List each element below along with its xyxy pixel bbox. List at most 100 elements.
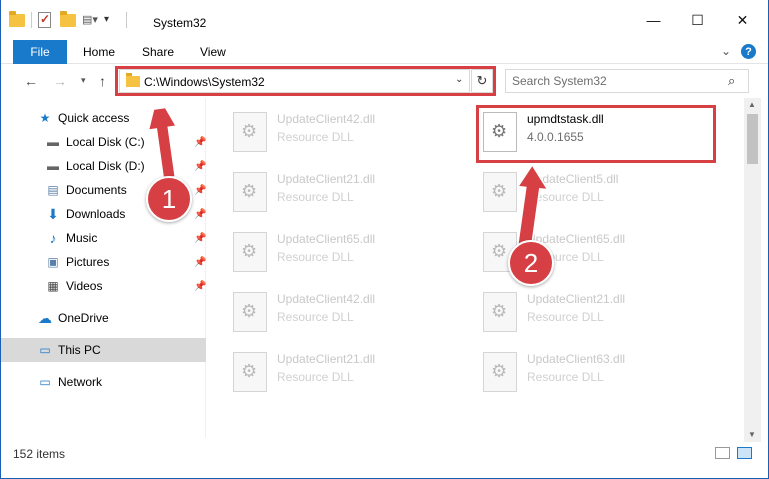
forward-arrow-icon[interactable]: → xyxy=(53,73,67,89)
expand-ribbon-icon[interactable]: ⌄ xyxy=(721,44,731,58)
sidebar-item-local-disk-c[interactable]: ▬ Local Disk (C:) 📌 xyxy=(1,130,206,154)
drive-icon: ▬ xyxy=(47,159,59,173)
title-bar: ▤▾ ▾ System32 — ☐ ✕ xyxy=(1,0,768,40)
sidebar-item-label: Music xyxy=(66,231,98,245)
status-bar: 152 items xyxy=(1,442,768,466)
file-highlight xyxy=(476,105,716,163)
file-type: Resource DLL xyxy=(527,310,604,324)
file-item[interactable]: UpdateClient21.dll Resource DLL xyxy=(233,166,473,222)
network-icon: ▭ xyxy=(39,375,51,389)
item-count: 152 items xyxy=(13,447,66,461)
dll-file-icon xyxy=(233,172,267,212)
sidebar-item-quick-access[interactable]: ★ Quick access xyxy=(1,106,206,130)
scroll-up-icon[interactable]: ▲ xyxy=(748,100,756,109)
download-icon: ⬇ xyxy=(47,205,59,222)
tab-share[interactable]: Share xyxy=(142,45,174,59)
up-arrow-icon[interactable]: ↑ xyxy=(99,73,106,89)
quick-access-toolbar: ▤▾ ▾ xyxy=(9,11,127,28)
maximize-button[interactable]: ☐ xyxy=(675,0,720,40)
window-title: System32 xyxy=(153,16,207,30)
ribbon-tabs: File Home Share View ⌄ ? xyxy=(1,40,768,64)
sidebar-item-label: OneDrive xyxy=(58,311,109,325)
large-icons-view-icon[interactable] xyxy=(737,447,752,459)
properties-icon[interactable] xyxy=(38,12,54,28)
pin-icon[interactable]: 📌 xyxy=(194,209,206,220)
customize-toolbar-icon[interactable]: ▾ xyxy=(104,12,120,28)
details-view-icon[interactable] xyxy=(715,447,730,459)
sidebar-item-pictures[interactable]: ▣ Pictures 📌 xyxy=(1,250,206,274)
videos-icon: ▦ xyxy=(47,279,59,293)
file-item[interactable]: UpdateClient42.dll Resource DLL xyxy=(233,106,473,162)
file-name: UpdateClient42.dll xyxy=(277,292,376,306)
toolbar-divider xyxy=(31,12,32,28)
sidebar-item-label: Downloads xyxy=(66,207,126,221)
tab-file[interactable]: File xyxy=(13,40,67,64)
view-options-icon[interactable]: ▤▾ xyxy=(82,12,98,28)
vertical-scrollbar[interactable]: ▲ ▼ xyxy=(744,98,761,442)
file-name: UpdateClient65.dll xyxy=(277,232,376,246)
file-item[interactable]: UpdateClient5.dll Resource DLL xyxy=(483,166,723,222)
pin-icon[interactable]: 📌 xyxy=(194,185,206,196)
dll-file-icon xyxy=(483,172,517,212)
documents-icon: ▤ xyxy=(47,183,59,197)
file-type: Resource DLL xyxy=(277,130,354,144)
file-item[interactable]: UpdateClient65.dll Resource DLL xyxy=(233,226,473,282)
file-type: Resource DLL xyxy=(527,370,604,384)
sidebar-item-network[interactable]: ▭ Network xyxy=(1,370,206,394)
dll-file-icon xyxy=(233,352,267,392)
computer-icon: ▭ xyxy=(39,343,51,357)
sidebar-item-label: Quick access xyxy=(58,111,130,125)
minimize-button[interactable]: — xyxy=(631,0,676,40)
toolbar-divider xyxy=(126,12,127,28)
recent-locations-icon[interactable]: ▾ xyxy=(81,75,86,86)
pin-icon[interactable]: 📌 xyxy=(194,161,206,172)
pin-icon[interactable]: 📌 xyxy=(194,257,206,268)
new-folder-icon[interactable] xyxy=(60,11,76,28)
sidebar-item-local-disk-d[interactable]: ▬ Local Disk (D:) 📌 xyxy=(1,154,206,178)
file-name: UpdateClient42.dll xyxy=(277,112,376,126)
folder-icon[interactable] xyxy=(9,11,25,28)
close-button[interactable]: ✕ xyxy=(720,0,765,40)
scrollbar-thumb[interactable] xyxy=(747,114,758,164)
pictures-icon: ▣ xyxy=(47,255,59,269)
sidebar-item-label: Videos xyxy=(66,279,103,293)
cloud-icon: ☁ xyxy=(38,309,52,326)
file-item[interactable]: UpdateClient42.dll Resource DLL xyxy=(233,286,473,342)
dll-file-icon xyxy=(483,292,517,332)
address-bar-highlight xyxy=(115,66,496,96)
sidebar-item-label: Local Disk (C:) xyxy=(66,135,145,149)
help-icon[interactable]: ? xyxy=(741,44,756,59)
sidebar-item-music[interactable]: ♪ Music 📌 xyxy=(1,226,207,250)
file-item[interactable]: UpdateClient21.dll Resource DLL xyxy=(233,346,473,402)
pin-icon[interactable]: 📌 xyxy=(194,137,206,148)
file-name: UpdateClient21.dll xyxy=(527,292,626,306)
file-item[interactable]: UpdateClient21.dll Resource DLL xyxy=(483,286,723,342)
file-name: UpdateClient5.dll xyxy=(527,172,619,186)
file-type: Resource DLL xyxy=(527,190,604,204)
search-box[interactable]: ⌕ xyxy=(505,69,749,93)
star-icon: ★ xyxy=(39,111,51,125)
back-arrow-icon[interactable]: ← xyxy=(24,73,38,89)
file-type: Resource DLL xyxy=(277,310,354,324)
sidebar-item-onedrive[interactable]: ☁ OneDrive xyxy=(1,306,206,330)
sidebar-item-label: Documents xyxy=(66,183,127,197)
sidebar-item-label: This PC xyxy=(58,343,101,357)
step-1-badge: 1 xyxy=(146,176,192,222)
file-type: Resource DLL xyxy=(277,250,354,264)
search-input[interactable] xyxy=(512,73,722,89)
dll-file-icon xyxy=(483,352,517,392)
sidebar-item-this-pc[interactable]: ▭ This PC xyxy=(1,338,206,362)
file-name: UpdateClient63.dll xyxy=(527,352,626,366)
sidebar-item-label: Network xyxy=(58,375,103,389)
tab-home[interactable]: Home xyxy=(83,45,115,59)
file-item[interactable]: UpdateClient63.dll Resource DLL xyxy=(483,346,723,402)
tab-view[interactable]: View xyxy=(200,45,226,59)
scroll-down-icon[interactable]: ▼ xyxy=(748,430,756,439)
search-icon[interactable]: ⌕ xyxy=(728,73,735,89)
file-name: UpdateClient21.dll xyxy=(277,352,376,366)
sidebar-item-label: Local Disk (D:) xyxy=(66,159,145,173)
music-icon: ♪ xyxy=(49,230,57,246)
pin-icon[interactable]: 📌 xyxy=(194,281,206,292)
sidebar-item-videos[interactable]: ▦ Videos 📌 xyxy=(1,274,206,298)
pin-icon[interactable]: 📌 xyxy=(194,233,206,244)
